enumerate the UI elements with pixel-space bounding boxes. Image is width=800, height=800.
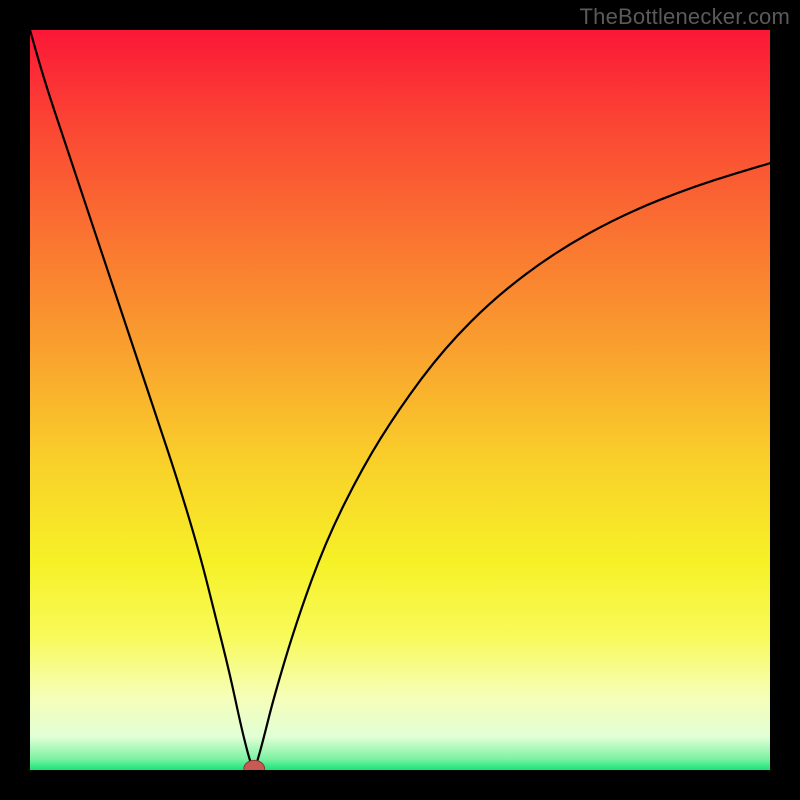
chart-frame: TheBottlenecker.com [0, 0, 800, 800]
bottleneck-chart [30, 30, 770, 770]
source-label: TheBottlenecker.com [580, 4, 790, 30]
plot-area [30, 30, 770, 770]
gradient-background [30, 30, 770, 770]
